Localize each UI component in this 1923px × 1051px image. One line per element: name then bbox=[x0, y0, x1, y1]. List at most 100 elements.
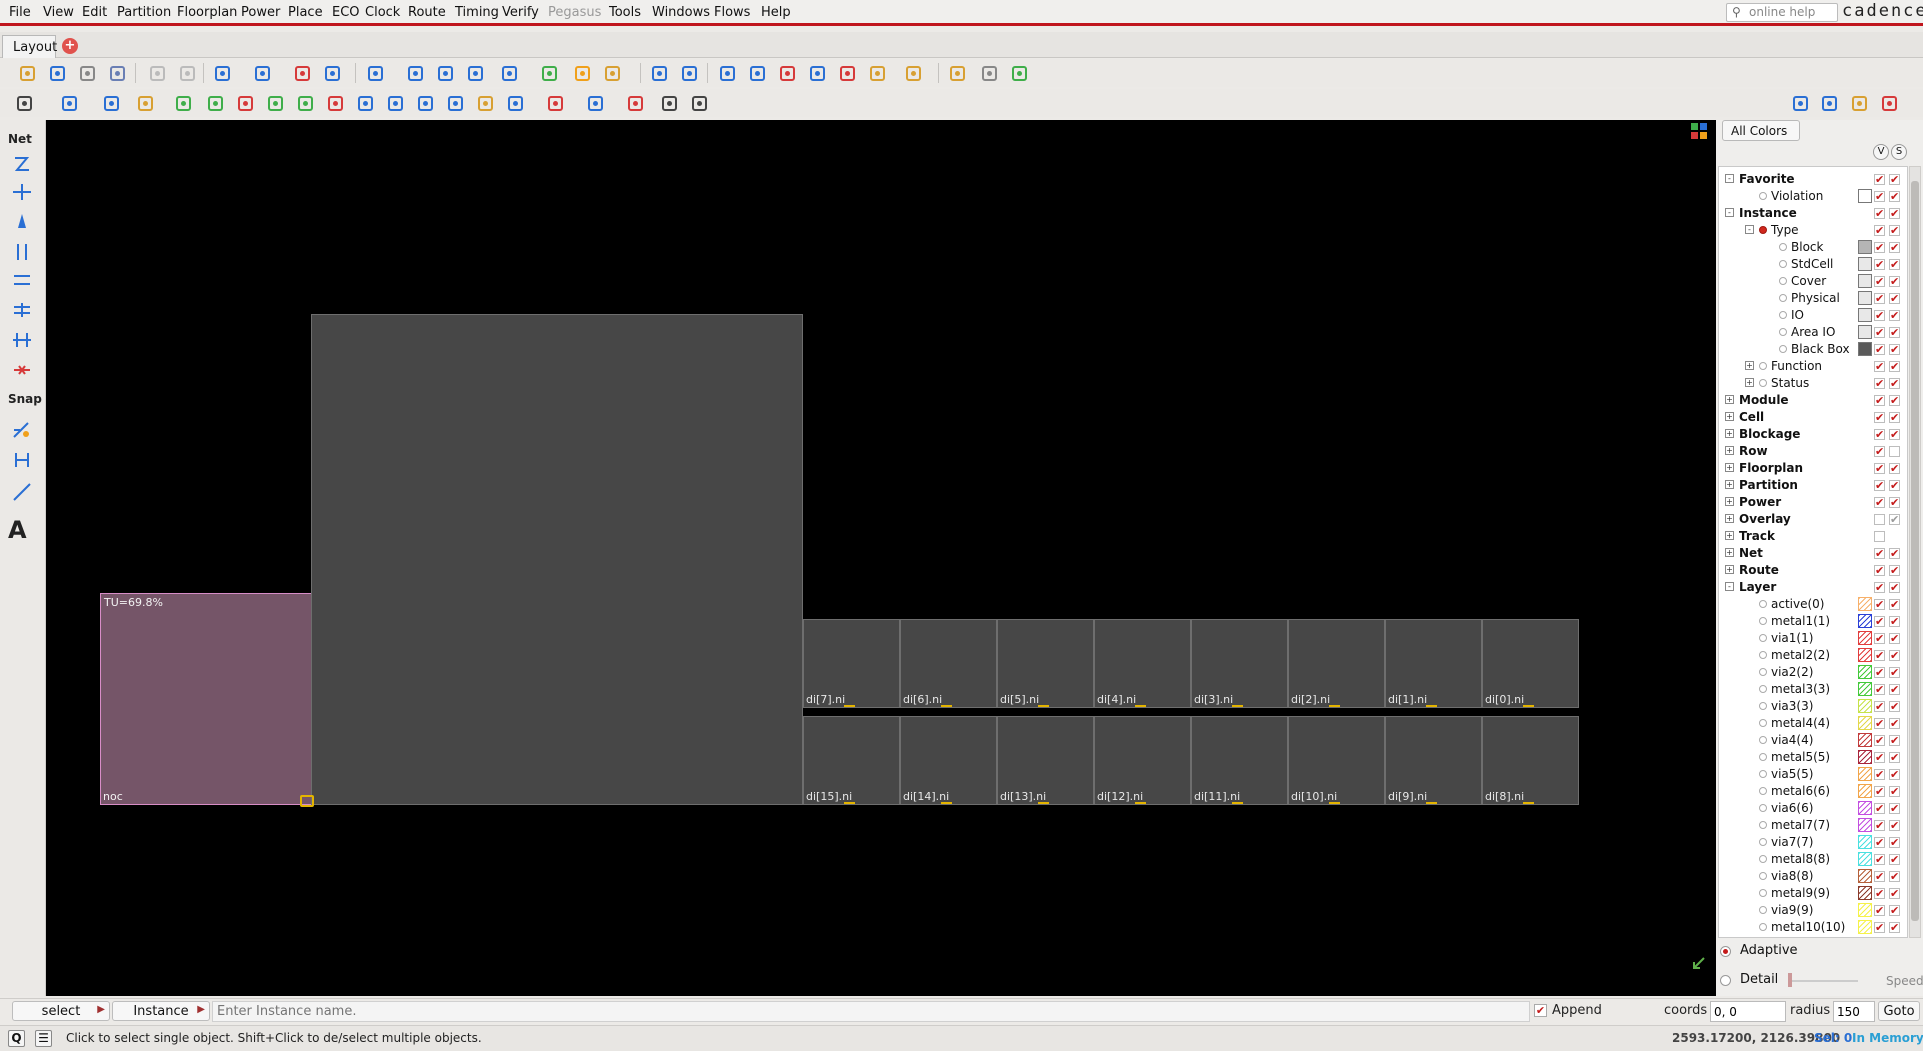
cut-icon[interactable] bbox=[236, 94, 255, 113]
visible-checkbox[interactable]: ✔ bbox=[1874, 327, 1885, 338]
tree-row-power[interactable]: + Power ✔ ✔ bbox=[1719, 494, 1907, 511]
tree-radio[interactable] bbox=[1759, 362, 1767, 370]
instance-block[interactable]: di[0].ni bbox=[1482, 619, 1579, 708]
selectable-checkbox[interactable]: ✔ bbox=[1889, 701, 1900, 712]
layer-color-swatch[interactable] bbox=[1858, 631, 1872, 645]
append-checkbox[interactable]: ✔ bbox=[1534, 1004, 1547, 1017]
instance-block[interactable]: di[4].ni bbox=[1094, 619, 1191, 708]
menu-tools[interactable]: Tools bbox=[609, 5, 641, 20]
net-route-icon[interactable] bbox=[11, 154, 33, 174]
instance-block[interactable]: di[5].ni bbox=[997, 619, 1094, 708]
layer-color-swatch[interactable] bbox=[1858, 903, 1872, 917]
tree-row-violation[interactable]: Violation ✔ ✔ bbox=[1719, 188, 1907, 205]
layer-color-swatch[interactable] bbox=[1858, 291, 1872, 305]
visible-checkbox[interactable]: ✔ bbox=[1874, 293, 1885, 304]
tree-row-via1-1-[interactable]: via1(1) ✔ ✔ bbox=[1719, 630, 1907, 647]
tree-row-via2-2-[interactable]: via2(2) ✔ ✔ bbox=[1719, 664, 1907, 681]
add-net-icon[interactable] bbox=[356, 94, 375, 113]
tree-radio[interactable] bbox=[1759, 736, 1767, 744]
collapse-icon[interactable]: - bbox=[1725, 174, 1734, 183]
selectable-checkbox[interactable]: ✔ bbox=[1889, 276, 1900, 287]
layer-color-swatch[interactable] bbox=[1858, 240, 1872, 254]
open-icon[interactable] bbox=[18, 64, 37, 83]
snap-icon[interactable] bbox=[626, 94, 645, 113]
tree-radio[interactable] bbox=[1759, 379, 1767, 387]
selectable-checkbox[interactable]: ✔ bbox=[1889, 633, 1900, 644]
detail-slider[interactable] bbox=[1788, 980, 1858, 982]
expand-icon[interactable]: + bbox=[1725, 429, 1734, 438]
large-block[interactable] bbox=[311, 314, 803, 805]
tree-row-via3-3-[interactable]: via3(3) ✔ ✔ bbox=[1719, 698, 1907, 715]
visible-checkbox[interactable]: ✔ bbox=[1874, 735, 1885, 746]
zoom-out-icon[interactable] bbox=[436, 64, 455, 83]
tree-radio[interactable] bbox=[1759, 855, 1767, 863]
tree-row-metal8-8-[interactable]: metal8(8) ✔ ✔ bbox=[1719, 851, 1907, 868]
menu-partition[interactable]: Partition bbox=[117, 5, 171, 20]
tree-row-area-io[interactable]: Area IO ✔ ✔ bbox=[1719, 324, 1907, 341]
zoom-prev-icon[interactable] bbox=[500, 64, 519, 83]
tree-radio[interactable] bbox=[1759, 838, 1767, 846]
detail-slider-handle[interactable] bbox=[1788, 973, 1792, 987]
add-tab-button[interactable]: + bbox=[62, 38, 78, 54]
tree-radio[interactable] bbox=[1759, 770, 1767, 778]
visible-checkbox[interactable]: ✔ bbox=[1874, 582, 1885, 593]
layer-color-swatch[interactable] bbox=[1858, 886, 1872, 900]
select-icon[interactable] bbox=[213, 64, 232, 83]
expand-icon[interactable]: + bbox=[1725, 395, 1734, 404]
pin-icon[interactable] bbox=[868, 64, 887, 83]
floorplan-view-icon[interactable] bbox=[718, 64, 737, 83]
zoom-next-icon[interactable] bbox=[540, 64, 559, 83]
visible-checkbox[interactable]: ✔ bbox=[1874, 446, 1885, 457]
tree-row-via4-4-[interactable]: via4(4) ✔ ✔ bbox=[1719, 732, 1907, 749]
expand-icon[interactable]: + bbox=[1745, 378, 1754, 387]
menu-clock[interactable]: Clock bbox=[365, 5, 400, 20]
visible-checkbox[interactable]: ✔ bbox=[1874, 769, 1885, 780]
tree-row-module[interactable]: + Module ✔ ✔ bbox=[1719, 392, 1907, 409]
visible-checkbox[interactable]: ✔ bbox=[1874, 429, 1885, 440]
selectable-checkbox[interactable]: ✔ bbox=[1889, 412, 1900, 423]
layer-color-swatch[interactable] bbox=[1858, 835, 1872, 849]
tree-row-partition[interactable]: + Partition ✔ ✔ bbox=[1719, 477, 1907, 494]
layout-canvas[interactable]: TU=69.8% noc di[7].ni di[6].ni di[5].ni di[… bbox=[46, 120, 1716, 996]
instance-block[interactable]: di[1].ni bbox=[1385, 619, 1482, 708]
visible-toggle[interactable]: V bbox=[1873, 144, 1889, 160]
layer-color-swatch[interactable] bbox=[1858, 920, 1872, 934]
layer-color-swatch[interactable] bbox=[1858, 325, 1872, 339]
selectable-checkbox[interactable]: ✔ bbox=[1889, 735, 1900, 746]
tree-radio[interactable] bbox=[1759, 192, 1767, 200]
layer-color-swatch[interactable] bbox=[1858, 784, 1872, 798]
selectable-checkbox[interactable]: ✔ bbox=[1889, 361, 1900, 372]
undo-icon[interactable] bbox=[148, 64, 167, 83]
tree-row-metal9-9-[interactable]: metal9(9) ✔ ✔ bbox=[1719, 885, 1907, 902]
expand-icon[interactable]: + bbox=[1725, 480, 1734, 489]
menu-place[interactable]: Place bbox=[288, 5, 323, 20]
tree-radio[interactable] bbox=[1779, 328, 1787, 336]
adaptive-radio[interactable] bbox=[1720, 946, 1731, 957]
color-grid-icon[interactable] bbox=[1688, 120, 1710, 142]
adaptive-option[interactable]: Adaptive bbox=[1720, 943, 1798, 958]
visible-checkbox[interactable]: ✔ bbox=[1874, 650, 1885, 661]
tree-radio[interactable] bbox=[1779, 277, 1787, 285]
wire-pair-icon[interactable] bbox=[11, 242, 33, 262]
tree-row-layer[interactable]: - Layer ✔ ✔ bbox=[1719, 579, 1907, 596]
tree-radio[interactable] bbox=[1759, 668, 1767, 676]
gear-icon[interactable] bbox=[60, 94, 79, 113]
tree-row-io[interactable]: IO ✔ ✔ bbox=[1719, 307, 1907, 324]
paste-icon[interactable] bbox=[680, 64, 699, 83]
tree-radio[interactable] bbox=[1779, 345, 1787, 353]
highlight-icon[interactable] bbox=[904, 64, 923, 83]
expand-icon[interactable]: + bbox=[1725, 531, 1734, 540]
selectable-checkbox[interactable]: ✔ bbox=[1889, 327, 1900, 338]
layer-color-swatch[interactable] bbox=[1858, 682, 1872, 696]
tree-radio[interactable] bbox=[1759, 804, 1767, 812]
tree-radio[interactable] bbox=[1759, 787, 1767, 795]
visible-checkbox[interactable]: ✔ bbox=[1874, 820, 1885, 831]
visible-checkbox[interactable]: ✔ bbox=[1874, 225, 1885, 236]
expand-icon[interactable]: + bbox=[1725, 514, 1734, 523]
tree-row-row[interactable]: + Row ✔ bbox=[1719, 443, 1907, 460]
tree-row-overlay[interactable]: + Overlay ✔ bbox=[1719, 511, 1907, 528]
tree-row-block[interactable]: Block ✔ ✔ bbox=[1719, 239, 1907, 256]
zoom-area-icon[interactable] bbox=[466, 64, 485, 83]
expand-icon[interactable]: + bbox=[1745, 361, 1754, 370]
selectable-checkbox[interactable]: ✔ bbox=[1889, 242, 1900, 253]
